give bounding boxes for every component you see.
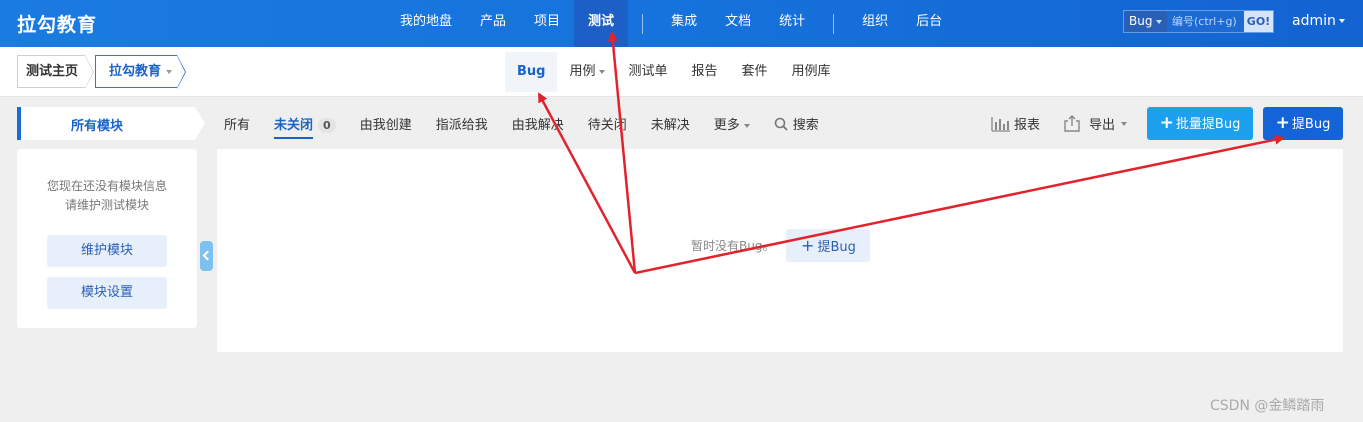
- filter-search[interactable]: 搜索: [762, 114, 831, 133]
- module-panel: 您现在还没有模块信息 请维护测试模块 维护模块 模块设置: [17, 149, 197, 328]
- report-tool[interactable]: 报表: [991, 107, 1040, 140]
- plus-icon: +: [1159, 113, 1174, 133]
- filter-assigned-to-me[interactable]: 指派给我: [424, 114, 500, 133]
- tab-caselib[interactable]: 用例库: [780, 52, 843, 92]
- nav-item-org[interactable]: 组织: [848, 0, 902, 47]
- batch-create-bug-button[interactable]: + 批量提Bug: [1147, 107, 1253, 140]
- tab-case[interactable]: 用例: [557, 52, 616, 92]
- tab-bug[interactable]: Bug: [505, 52, 558, 92]
- maintain-module-button[interactable]: 维护模块: [47, 235, 167, 267]
- filter-created-by-me[interactable]: 由我创建: [348, 114, 424, 133]
- chevron-down-icon: [1338, 19, 1345, 23]
- chevron-down-icon: [166, 69, 173, 74]
- nav-item-report[interactable]: 统计: [765, 0, 819, 47]
- nav-item-my-dashboard[interactable]: 我的地盘: [386, 0, 466, 47]
- search-go-button[interactable]: GO!: [1244, 11, 1273, 32]
- filter-to-close[interactable]: 待关闭: [576, 114, 639, 133]
- create-bug-button[interactable]: + 提Bug: [1263, 107, 1343, 140]
- export-icon: [1064, 114, 1080, 132]
- user-menu[interactable]: admin: [1292, 13, 1345, 29]
- tab-report[interactable]: 报告: [680, 52, 730, 92]
- filter-unresolved[interactable]: 未解决: [639, 114, 702, 133]
- chevron-down-icon: [743, 123, 750, 128]
- sub-nav: Bug 用例 测试单 报告 套件 用例库: [505, 52, 843, 92]
- empty-state-text: 暂时没有Bug。: [691, 239, 775, 253]
- plus-icon: +: [801, 236, 815, 255]
- chevron-down-icon: [1121, 121, 1128, 126]
- nav-item-admin[interactable]: 后台: [902, 0, 956, 47]
- search-type-select[interactable]: Bug: [1124, 11, 1167, 32]
- filter-all[interactable]: 所有: [212, 114, 262, 133]
- module-empty-message: 您现在还没有模块信息 请维护测试模块: [46, 179, 167, 212]
- export-menu[interactable]: 导出: [1063, 107, 1128, 140]
- filter-more[interactable]: 更多: [702, 114, 762, 133]
- brand-logo[interactable]: 拉勾教育: [17, 10, 97, 37]
- search-icon: [774, 117, 788, 131]
- search-input[interactable]: [1167, 11, 1244, 32]
- bug-filter-bar: 所有 未关闭 0 由我创建 指派给我 由我解决 待关闭 未解决 更多 搜索: [212, 107, 831, 140]
- empty-state: 暂时没有Bug。 + 提Bug: [691, 229, 871, 262]
- filter-unclosed[interactable]: 未关闭 0: [262, 114, 348, 139]
- empty-create-bug-button[interactable]: + 提Bug: [786, 229, 871, 262]
- nav-item-project[interactable]: 项目: [520, 0, 574, 47]
- bug-list-area: 暂时没有Bug。 + 提Bug: [217, 149, 1343, 352]
- sub-header: 测试主页 拉勾教育 Bug 用例 测试单 报告 套件 用例库: [0, 47, 1363, 97]
- nav-item-ci[interactable]: 集成: [657, 0, 711, 47]
- nav-item-test[interactable]: 测试: [574, 0, 629, 47]
- bar-chart-icon: [991, 116, 1010, 132]
- chevron-down-icon: [1156, 19, 1163, 24]
- plus-icon: +: [1275, 113, 1290, 133]
- count-badge: 0: [318, 118, 336, 133]
- filter-resolved-by-me[interactable]: 由我解决: [500, 114, 576, 133]
- module-settings-button[interactable]: 模块设置: [47, 277, 167, 309]
- collapse-sidebar-handle[interactable]: [200, 241, 213, 271]
- main-nav: 我的地盘 产品 项目 测试 集成 文档 统计 组织 后台: [386, 0, 956, 47]
- nav-divider: [642, 13, 644, 34]
- all-modules-tab[interactable]: 所有模块: [17, 107, 205, 140]
- top-header: 拉勾教育 我的地盘 产品 项目 测试 集成 文档 统计 组织 后台 Bug GO…: [0, 0, 1363, 47]
- nav-item-doc[interactable]: 文档: [711, 0, 765, 47]
- breadcrumb-test-home[interactable]: 测试主页: [17, 55, 94, 89]
- breadcrumb-product-select[interactable]: 拉勾教育: [95, 55, 186, 89]
- chevron-down-icon: [598, 69, 605, 74]
- tab-testtask[interactable]: 测试单: [617, 52, 680, 92]
- nav-item-product[interactable]: 产品: [466, 0, 520, 47]
- global-search: Bug GO!: [1123, 10, 1274, 33]
- nav-divider: [833, 13, 835, 34]
- watermark: CSDN @金鳞踏雨: [1210, 398, 1325, 414]
- tab-suite[interactable]: 套件: [730, 52, 780, 92]
